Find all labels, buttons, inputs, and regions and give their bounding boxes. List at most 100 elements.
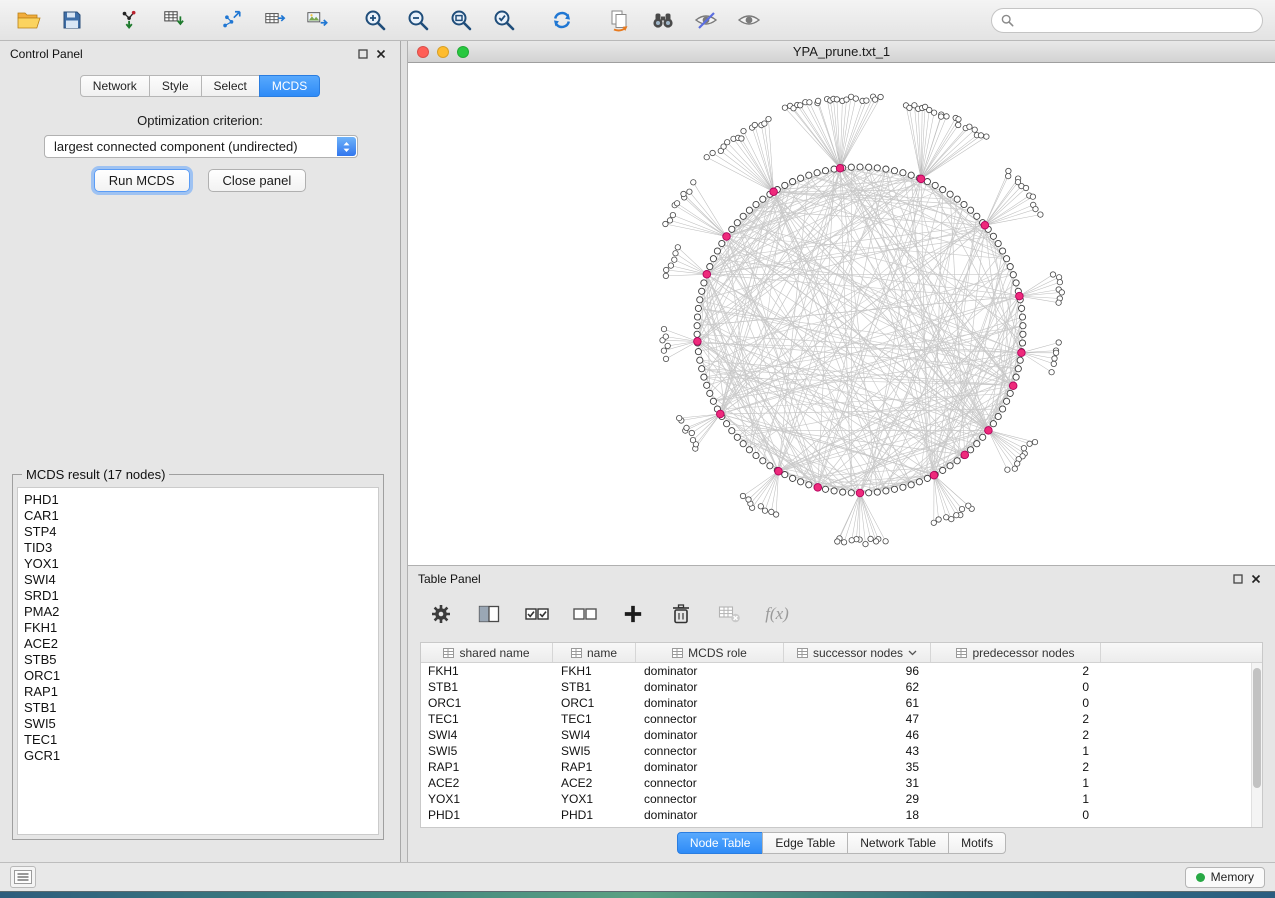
network-node[interactable]	[947, 191, 953, 197]
column-header-shared-name[interactable]: shared name	[421, 643, 553, 662]
network-node[interactable]	[701, 374, 707, 380]
network-node[interactable]	[1007, 264, 1013, 270]
cell-shared-name[interactable]: YOX1	[421, 791, 553, 807]
network-node[interactable]	[1000, 406, 1006, 412]
network-node[interactable]	[807, 100, 812, 105]
cell-shared-name[interactable]: SWI5	[421, 743, 553, 759]
network-node[interactable]	[729, 428, 735, 434]
network-node[interactable]	[984, 134, 989, 139]
zoom-out-button[interactable]	[401, 5, 435, 35]
cell-mcds-role[interactable]: dominator	[636, 679, 784, 695]
network-node[interactable]	[740, 213, 746, 219]
network-hub-node[interactable]	[770, 188, 778, 196]
table-row[interactable]: SWI5 SWI5 connector 43 1	[421, 743, 1262, 759]
network-node[interactable]	[681, 191, 686, 196]
network-node[interactable]	[980, 434, 986, 440]
network-node[interactable]	[857, 164, 863, 170]
cell-successor-nodes[interactable]: 46	[784, 727, 931, 743]
tab-mcds[interactable]: MCDS	[259, 75, 320, 97]
cell-predecessor-nodes[interactable]: 1	[931, 791, 1101, 807]
tab-node-table[interactable]: Node Table	[677, 832, 764, 854]
cell-name[interactable]: SWI4	[553, 727, 636, 743]
cell-successor-nodes[interactable]: 47	[784, 711, 931, 727]
network-node[interactable]	[694, 323, 700, 329]
network-node[interactable]	[878, 94, 883, 99]
network-node[interactable]	[891, 486, 897, 492]
cell-mcds-role[interactable]: dominator	[636, 807, 784, 823]
mcds-result-item[interactable]: CAR1	[24, 508, 372, 524]
network-node[interactable]	[762, 508, 767, 513]
network-node[interactable]	[1004, 398, 1010, 404]
network-node[interactable]	[753, 452, 759, 458]
cell-name[interactable]: YOX1	[553, 791, 636, 807]
network-node[interactable]	[1005, 467, 1010, 472]
network-node[interactable]	[753, 201, 759, 207]
network-node[interactable]	[944, 114, 949, 119]
network-node[interactable]	[1020, 323, 1026, 329]
network-node[interactable]	[695, 305, 701, 311]
network-node[interactable]	[990, 233, 996, 239]
mcds-result-item[interactable]: SWI5	[24, 716, 372, 732]
cell-name[interactable]: TEC1	[553, 711, 636, 727]
table-row[interactable]: SWI4 SWI4 dominator 46 2	[421, 727, 1262, 743]
network-node[interactable]	[967, 124, 972, 129]
cell-predecessor-nodes[interactable]: 2	[931, 663, 1101, 679]
network-node[interactable]	[849, 538, 854, 543]
network-node[interactable]	[701, 280, 707, 286]
network-node[interactable]	[1006, 168, 1011, 173]
select-all-columns-button[interactable]	[524, 601, 550, 627]
network-node[interactable]	[675, 245, 680, 250]
column-header-successor-nodes[interactable]: successor nodes	[784, 643, 931, 662]
cell-mcds-role[interactable]: dominator	[636, 663, 784, 679]
open-file-button[interactable]	[12, 5, 46, 35]
network-node[interactable]	[1053, 350, 1058, 355]
cell-successor-nodes[interactable]: 62	[784, 679, 931, 695]
cell-mcds-role[interactable]: connector	[636, 711, 784, 727]
network-node[interactable]	[762, 121, 767, 126]
network-node[interactable]	[908, 172, 914, 178]
cell-shared-name[interactable]: RAP1	[421, 759, 553, 775]
table-options-button[interactable]	[428, 601, 454, 627]
mcds-result-item[interactable]: PHD1	[24, 492, 372, 508]
network-node[interactable]	[695, 349, 701, 355]
network-node[interactable]	[883, 488, 889, 494]
tab-style[interactable]: Style	[149, 75, 202, 97]
network-node[interactable]	[974, 213, 980, 219]
network-node[interactable]	[746, 447, 752, 453]
network-node[interactable]	[746, 207, 752, 213]
mcds-result-item[interactable]: FKH1	[24, 620, 372, 636]
cell-name[interactable]: ORC1	[553, 695, 636, 711]
network-node[interactable]	[874, 165, 880, 171]
cell-successor-nodes[interactable]: 96	[784, 663, 931, 679]
network-node[interactable]	[1038, 212, 1043, 217]
network-node[interactable]	[866, 164, 872, 170]
network-hub-node[interactable]	[917, 175, 925, 183]
network-node[interactable]	[714, 248, 720, 254]
network-node[interactable]	[673, 251, 678, 256]
tab-network[interactable]: Network	[80, 75, 150, 97]
network-hub-node[interactable]	[981, 221, 989, 229]
cell-shared-name[interactable]: ORC1	[421, 695, 553, 711]
network-node[interactable]	[932, 182, 938, 188]
zoom-in-button[interactable]	[358, 5, 392, 35]
network-node[interactable]	[831, 488, 837, 494]
cell-name[interactable]: STB1	[553, 679, 636, 695]
network-node[interactable]	[687, 189, 692, 194]
tab-select[interactable]: Select	[201, 75, 260, 97]
network-node[interactable]	[1020, 331, 1026, 337]
network-hub-node[interactable]	[961, 451, 969, 459]
network-hub-node[interactable]	[985, 427, 993, 435]
network-node[interactable]	[834, 97, 839, 102]
network-node[interactable]	[672, 257, 677, 262]
network-node[interactable]	[739, 136, 744, 141]
cell-mcds-role[interactable]: connector	[636, 775, 784, 791]
network-node[interactable]	[866, 490, 872, 496]
cell-name[interactable]: ACE2	[553, 775, 636, 791]
network-node[interactable]	[661, 348, 666, 353]
network-node[interactable]	[704, 155, 709, 160]
network-node[interactable]	[863, 541, 868, 546]
mcds-result-item[interactable]: STB5	[24, 652, 372, 668]
network-node[interactable]	[990, 421, 996, 427]
network-node[interactable]	[1056, 300, 1061, 305]
network-node[interactable]	[978, 133, 983, 138]
